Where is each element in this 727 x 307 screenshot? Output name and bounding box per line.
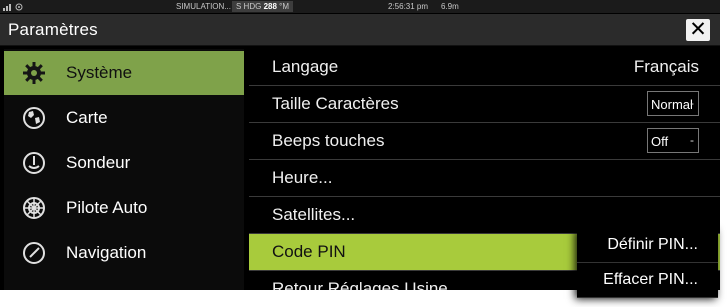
key-beep-dropdown[interactable]: Off - xyxy=(647,128,699,153)
pin-popup-menu: Définir PIN... Effacer PIN... xyxy=(577,228,718,298)
setting-row-langage[interactable]: Langage Français xyxy=(249,49,720,86)
sidebar-item-sondeur[interactable]: Sondeur xyxy=(4,141,244,185)
compass-icon xyxy=(22,241,46,265)
dropdown-arrow-icon: - xyxy=(690,96,694,110)
setting-row-taille-caracteres[interactable]: Taille Caractères Normal - xyxy=(249,86,720,123)
sidebar: Système Carte Sondeur Pilote Auto Naviga… xyxy=(4,49,244,290)
dropdown-value: Normal xyxy=(651,97,693,112)
sidebar-item-label: Navigation xyxy=(66,243,147,262)
setting-row-heure[interactable]: Heure... xyxy=(249,160,720,197)
sidebar-item-systeme[interactable]: Système xyxy=(4,51,244,95)
title-bar: Paramètres xyxy=(0,14,720,46)
setting-label: Heure... xyxy=(272,168,333,187)
sidebar-item-label: Pilote Auto xyxy=(66,198,148,217)
helm-icon xyxy=(22,196,46,220)
setting-value: Français xyxy=(633,57,699,76)
status-bar: SIMULATION... S HDG 288 °M 2:56:31 pm 6.… xyxy=(0,0,720,13)
sidebar-item-navigation[interactable]: Navigation xyxy=(4,231,244,275)
setting-label: Taille Caractères xyxy=(272,94,399,113)
status-icons xyxy=(3,0,23,13)
setting-label: Beeps touches xyxy=(272,131,385,150)
range-readout: 6.9m xyxy=(441,2,459,11)
heading-unit: °M xyxy=(279,2,290,11)
sidebar-item-pilote-auto[interactable]: Pilote Auto xyxy=(4,186,244,230)
setting-label: Satellites... xyxy=(272,205,356,224)
sidebar-item-label: Carte xyxy=(66,108,108,127)
menu-item-definir-pin[interactable]: Définir PIN... xyxy=(577,228,718,263)
font-size-dropdown[interactable]: Normal - xyxy=(647,91,699,116)
clock: 2:56:31 pm xyxy=(388,2,429,11)
close-button[interactable]: ✕ xyxy=(686,19,710,41)
dropdown-value: Off xyxy=(651,134,669,149)
sonar-icon xyxy=(22,151,46,175)
heading-value: 288 xyxy=(263,2,277,11)
signal-icon xyxy=(3,3,11,11)
simulation-indicator: SIMULATION... xyxy=(176,2,231,11)
sidebar-item-label: Sondeur xyxy=(66,153,131,172)
menu-item-label: Effacer PIN... xyxy=(603,271,698,288)
globe-icon xyxy=(22,106,46,130)
heading-prefix: S HDG xyxy=(236,2,262,11)
gear-icon xyxy=(22,61,46,85)
sidebar-item-label: Système xyxy=(66,63,133,82)
setting-row-beeps-touches[interactable]: Beeps touches Off - xyxy=(249,123,720,160)
page-title: Paramètres xyxy=(8,20,98,39)
setting-label: Langage xyxy=(272,57,339,76)
setting-label: Code PIN xyxy=(272,242,346,261)
setting-label: Retour Réglages Usine... xyxy=(272,279,462,290)
gps-icon xyxy=(15,3,23,10)
heading-readout: S HDG 288 °M xyxy=(232,1,294,12)
sidebar-item-carte[interactable]: Carte xyxy=(4,96,244,140)
dropdown-arrow-icon: - xyxy=(690,133,694,147)
menu-item-effacer-pin[interactable]: Effacer PIN... xyxy=(577,263,718,298)
menu-item-label: Définir PIN... xyxy=(607,236,698,253)
